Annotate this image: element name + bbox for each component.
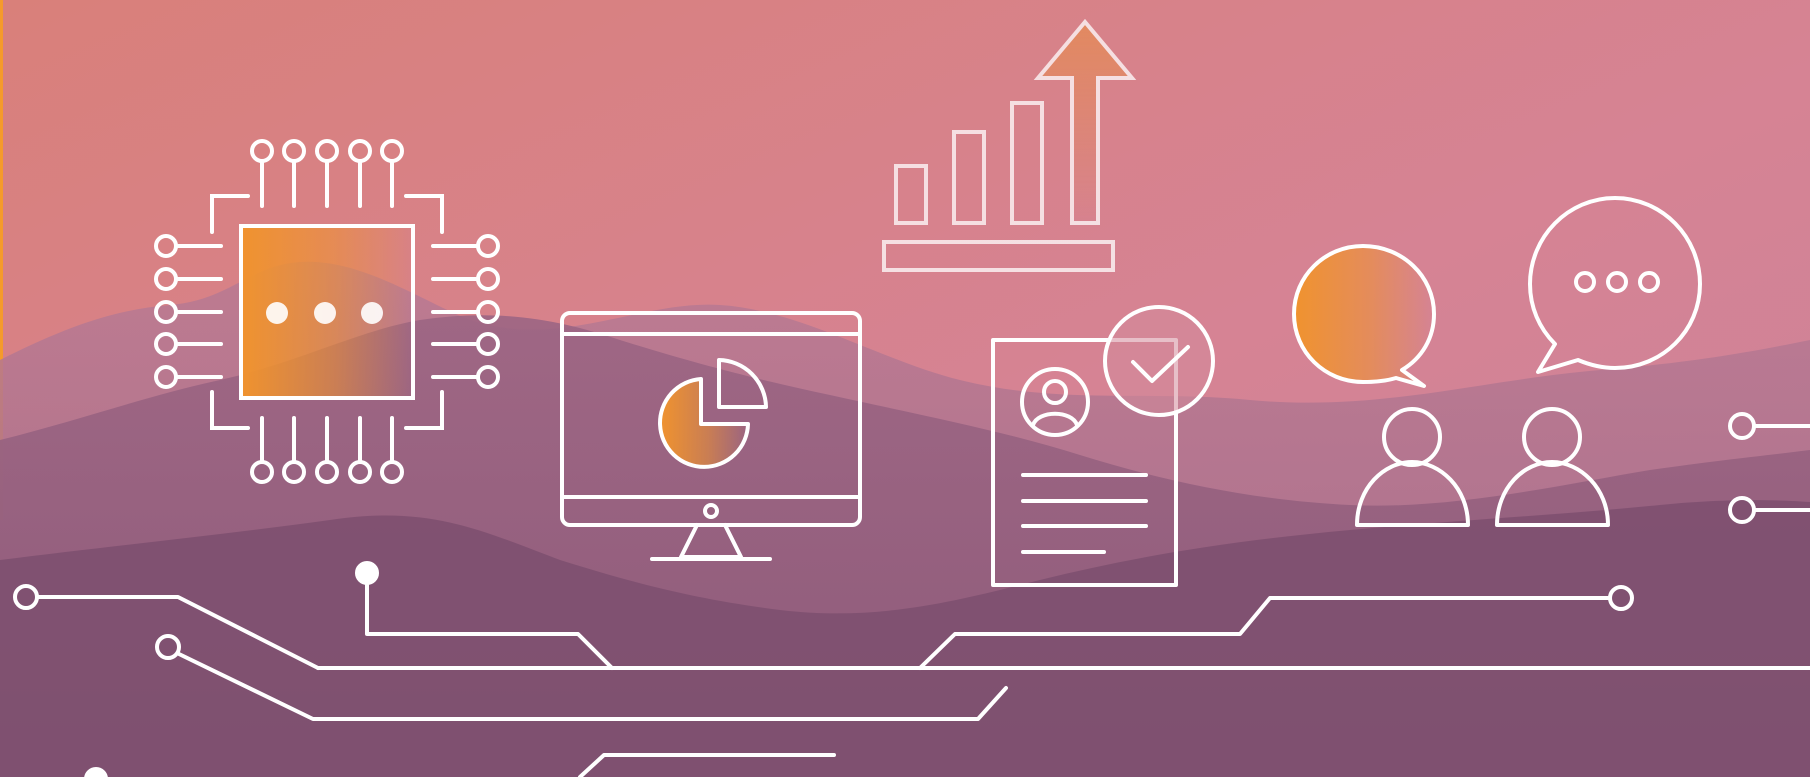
hero-banner <box>0 0 1810 777</box>
illustration <box>0 0 1810 777</box>
